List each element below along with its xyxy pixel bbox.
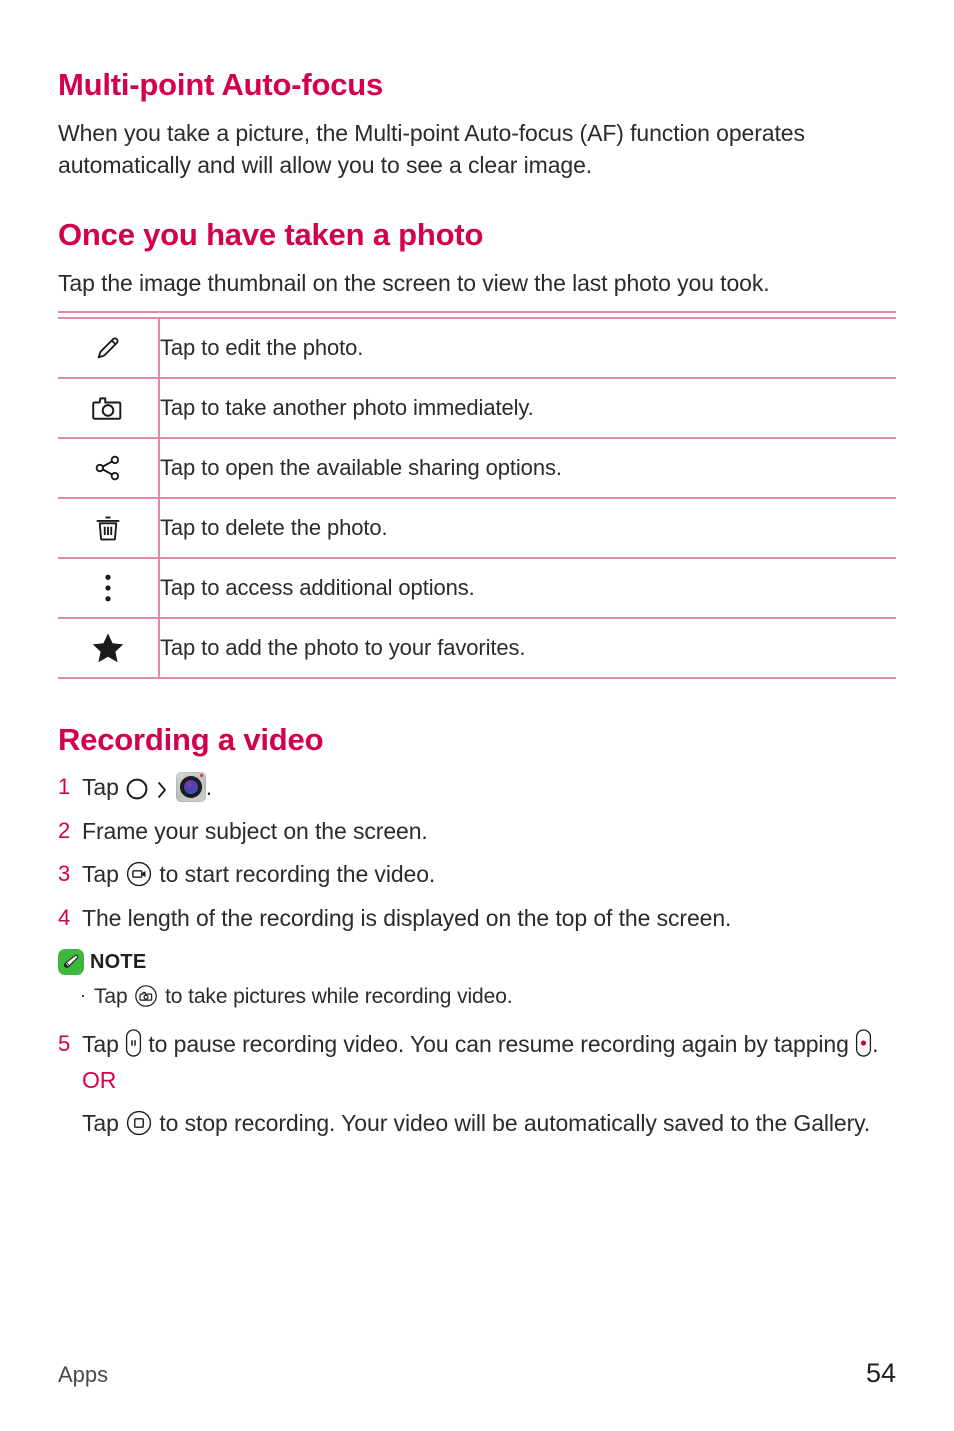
note-pen-badge-icon <box>58 949 84 976</box>
step1-pre: Tap <box>82 774 119 801</box>
step-text: Tap to pause recording video. You can re… <box>82 1027 878 1141</box>
or-label: OR <box>82 1067 117 1094</box>
step5-alternative: Tap to stop recording. Your video will b… <box>82 1106 878 1141</box>
step3-post: to start recording the video. <box>159 861 436 888</box>
share-icon <box>58 438 160 499</box>
list-item: 4 The length of the recording is display… <box>58 901 896 936</box>
step5-alt-pre: Tap <box>82 1109 119 1136</box>
table-row: Tap to access additional options. <box>58 558 896 619</box>
list-item: 3 Tap to start recording the video. <box>58 857 896 892</box>
manual-page: Multi-point Auto-focus When you take a p… <box>0 0 954 1431</box>
note-item-pre: Tap <box>94 985 128 1009</box>
once-taken-lead: Tap the image thumbnail on the screen to… <box>58 269 770 296</box>
table-cell-description: Tap to edit the photo. <box>160 335 364 361</box>
table-cell-description: Tap to add the photo to your favorites. <box>160 635 526 661</box>
footer-chapter: Apps <box>58 1362 109 1387</box>
pause-pill-icon <box>125 1028 142 1058</box>
table-cell-description: Tap to take another photo immediately. <box>160 395 534 421</box>
table-cell-description: Tap to open the available sharing option… <box>160 455 562 481</box>
step1-post: . <box>205 774 212 801</box>
home-circle-icon <box>125 777 149 801</box>
note-bullet: · <box>80 985 86 1006</box>
step-number: 2 <box>58 817 71 843</box>
step5-post: . <box>872 1030 879 1057</box>
note-item-post: to take pictures while recording video. <box>165 985 513 1009</box>
footer-page-number: 54 <box>865 1358 896 1388</box>
page-title-multipoint: Multi-point Auto-focus <box>58 67 384 102</box>
step5-alt-post: to stop recording. Your video will be au… <box>159 1109 871 1136</box>
note-label: NOTE <box>90 950 147 973</box>
pencil-icon <box>58 318 160 379</box>
camera-icon <box>58 378 160 439</box>
step-text: The length of the recording is displayed… <box>82 904 732 931</box>
step-number: 1 <box>58 774 71 800</box>
list-item: 1 Tap . <box>58 770 896 805</box>
chevron-right-icon <box>155 779 169 801</box>
step-number: 5 <box>58 1030 71 1056</box>
step-number: 4 <box>58 904 71 930</box>
table-row: Tap to add the photo to your favorites. <box>58 618 896 679</box>
step3-pre: Tap <box>82 861 119 888</box>
table-row: Tap to take another photo immediately. <box>58 378 896 439</box>
table-row: Tap to delete the photo. <box>58 498 896 559</box>
step-number: 3 <box>58 861 71 887</box>
note-text: Tap to take pictures while recording vid… <box>94 981 513 1013</box>
multipoint-paragraph: When you take a picture, the Multi-point… <box>58 119 805 179</box>
note-header: NOTE <box>58 949 896 976</box>
video-record-icon <box>125 860 153 888</box>
note-item: · Tap to take pictures while recording v… <box>58 981 896 1013</box>
list-item: 5 Tap to pause recording video. You can … <box>58 1027 896 1141</box>
camera-circle-icon <box>133 983 159 1009</box>
page-footer: Apps 54 <box>58 1358 896 1389</box>
photo-actions-table: Tap to edit the photo. Tap to take anoth… <box>58 317 896 679</box>
table-row: Tap to edit the photo. <box>58 318 896 379</box>
stop-circle-icon <box>125 1109 153 1137</box>
recording-steps-list: 1 Tap . 2 Frame your subject on the scre… <box>58 770 896 935</box>
table-cell-description: Tap to delete the photo. <box>160 515 388 541</box>
section-title-recording: Recording a video <box>58 722 324 758</box>
step5-mid: to pause recording video. You can resume… <box>148 1030 849 1057</box>
camera-app-icon <box>175 772 206 803</box>
recording-steps-continued: 5 Tap to pause recording video. You can … <box>58 1027 896 1141</box>
overflow-menu-icon <box>58 558 160 619</box>
step-text: Tap to start recording the video. <box>82 857 435 892</box>
table-row: Tap to open the available sharing option… <box>58 438 896 499</box>
list-item: 2 Frame your subject on the screen. <box>58 814 896 849</box>
step-text: Frame your subject on the screen. <box>82 817 428 844</box>
trash-icon <box>58 498 160 559</box>
step-text: Tap . <box>82 770 212 805</box>
record-dot-pill-icon <box>855 1028 872 1058</box>
note-block: NOTE · Tap to take pictures while record… <box>58 949 896 1013</box>
section-title-once-taken: Once you have taken a photo <box>58 217 484 253</box>
star-icon <box>58 618 160 679</box>
table-cell-description: Tap to access additional options. <box>160 575 475 601</box>
table-top-rule <box>58 311 896 314</box>
step5-pre: Tap <box>82 1030 119 1057</box>
